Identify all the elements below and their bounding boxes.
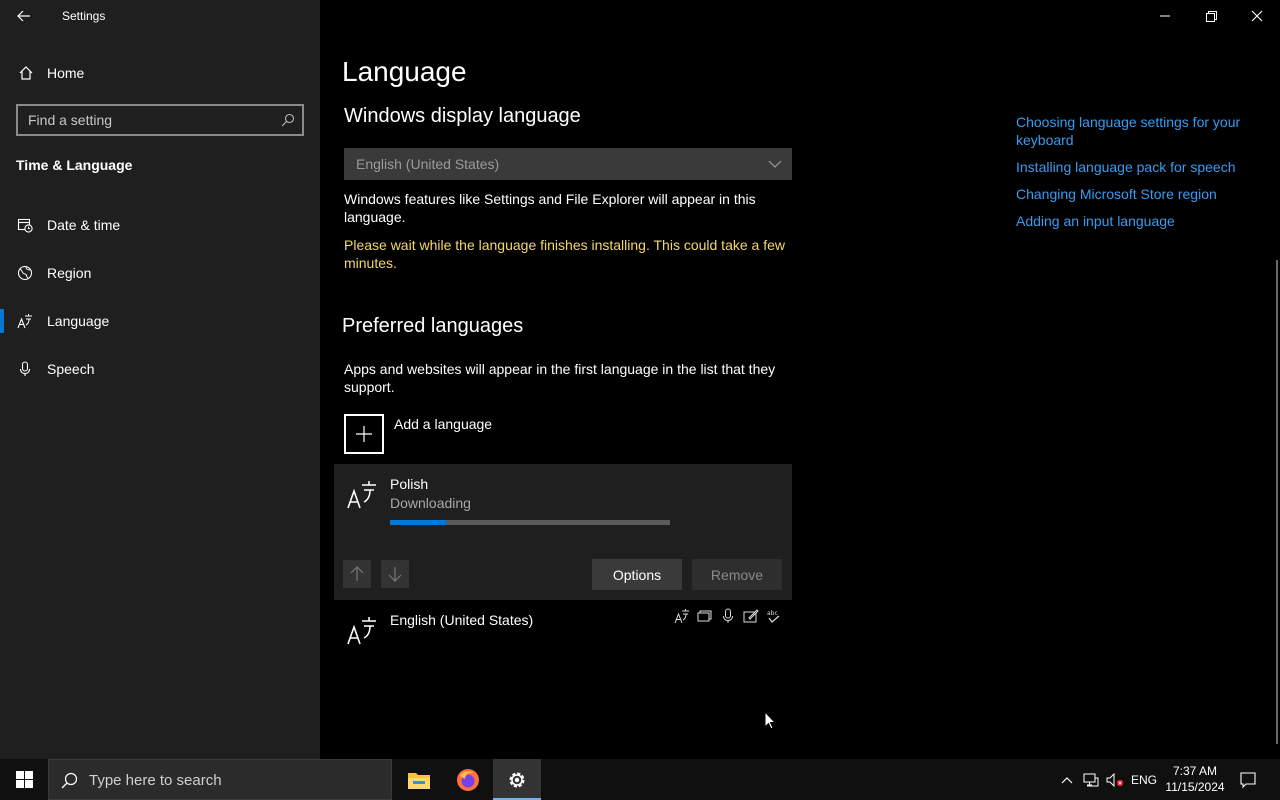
notifications-icon: [1240, 771, 1256, 788]
page-title: Language: [342, 56, 467, 87]
date-time-icon: [17, 218, 33, 233]
action-center-button[interactable]: [1234, 759, 1262, 800]
language-name: English (United States): [390, 612, 534, 628]
chevron-up-icon: [1061, 776, 1073, 783]
volume-button[interactable]: [1104, 759, 1126, 800]
install-warning: Please wait while the language finishes …: [344, 237, 785, 271]
settings-gear-icon: [509, 772, 525, 787]
restore-button[interactable]: [1188, 0, 1234, 32]
sidebar-item-label: Speech: [47, 361, 95, 377]
sidebar-section-title: Time & Language: [16, 157, 133, 173]
link-store-region[interactable]: Changing Microsoft Store region: [1016, 185, 1256, 203]
sidebar-item-label: Language: [47, 313, 110, 329]
add-language-button[interactable]: Add a language: [344, 414, 644, 454]
taskbar-app-settings[interactable]: [493, 759, 541, 800]
search-box: [16, 104, 304, 136]
spell-check-icon: abc: [767, 610, 780, 623]
move-up-button[interactable]: [343, 560, 371, 588]
clock[interactable]: 7:37 AM 11/15/2024: [1160, 763, 1230, 795]
taskbar: Type here to search ENG 7:37 AM 11/15/20…: [0, 759, 1280, 800]
language-name: Polish: [390, 476, 429, 492]
clock-date: 11/15/2024: [1165, 780, 1225, 794]
language-feature-icons: abc: [674, 608, 782, 624]
sidebar-item-speech[interactable]: Speech: [0, 349, 320, 389]
preferred-languages-description: Apps and websites will appear in the fir…: [344, 361, 776, 395]
download-progress-bar: [390, 520, 670, 525]
preferred-languages-heading: Preferred languages: [342, 315, 524, 337]
display-language-description: Windows features like Settings and File …: [344, 191, 756, 225]
search-input[interactable]: [18, 106, 278, 134]
handwriting-icon: [743, 609, 759, 623]
speech-recognition-icon: [723, 608, 733, 623]
network-icon: [1083, 773, 1099, 786]
back-arrow-icon: [17, 10, 30, 22]
language-icon: [347, 481, 376, 509]
app-title: Settings: [62, 9, 106, 23]
firefox-icon: [457, 768, 479, 791]
taskbar-search-box[interactable]: Type here to search: [48, 759, 392, 800]
add-language-label: Add a language: [394, 416, 493, 432]
display-language-heading: Windows display language: [344, 105, 581, 127]
home-icon: [19, 66, 33, 80]
minimize-icon: [1160, 15, 1170, 17]
dropdown-value: English (United States): [356, 156, 500, 172]
network-button[interactable]: [1080, 759, 1102, 800]
link-add-input-language[interactable]: Adding an input language: [1016, 212, 1256, 230]
link-keyboard-settings[interactable]: Choosing language settings for your keyb…: [1016, 113, 1256, 149]
display-language-icon: [674, 609, 689, 624]
language-icon: [17, 314, 32, 329]
progress-fill: [390, 520, 446, 525]
svg-text:abc: abc: [767, 610, 778, 617]
taskbar-app-file-explorer[interactable]: [395, 759, 443, 800]
globe-icon: [17, 265, 33, 281]
start-button[interactable]: [0, 759, 48, 800]
language-item-polish[interactable]: Polish Downloading Options Remove: [334, 464, 792, 600]
sidebar-item-region[interactable]: Region: [0, 253, 320, 293]
volume-muted-icon: [1106, 772, 1124, 787]
display-language-dropdown[interactable]: English (United States): [344, 148, 792, 180]
restore-icon: [1205, 10, 1217, 22]
search-icon: [61, 772, 78, 789]
file-explorer-icon: [408, 772, 430, 789]
options-button[interactable]: Options: [592, 559, 682, 590]
move-down-button[interactable]: [381, 560, 409, 588]
sidebar: Settings Home Time & Language Date & tim…: [0, 0, 320, 759]
scrollbar[interactable]: [1276, 260, 1278, 744]
taskbar-app-firefox[interactable]: [444, 759, 492, 800]
link-speech-language-pack[interactable]: Installing language pack for speech: [1016, 158, 1256, 176]
minimize-button[interactable]: [1142, 0, 1188, 32]
chevron-down-icon: [768, 160, 782, 168]
sidebar-item-date-time[interactable]: Date & time: [0, 205, 320, 245]
clock-time: 7:37 AM: [1172, 764, 1218, 778]
sidebar-item-label: Date & time: [47, 217, 121, 233]
sidebar-item-label: Region: [47, 265, 92, 281]
arrow-up-icon: [350, 566, 364, 581]
close-icon: [1251, 10, 1263, 22]
microphone-icon: [19, 361, 31, 376]
close-button[interactable]: [1234, 0, 1280, 32]
back-button[interactable]: [10, 4, 38, 28]
search-icon[interactable]: [281, 113, 295, 127]
remove-button[interactable]: Remove: [692, 559, 782, 590]
windows-logo-icon: [15, 771, 33, 788]
language-status: Downloading: [390, 495, 471, 511]
sidebar-item-label: Home: [47, 65, 85, 81]
language-icon: [347, 617, 376, 645]
taskbar-search-placeholder: Type here to search: [89, 772, 222, 789]
add-icon-box: [344, 414, 384, 454]
mouse-cursor-icon: [764, 711, 776, 730]
input-language-indicator[interactable]: ENG: [1128, 759, 1160, 800]
arrow-down-icon: [388, 567, 402, 582]
text-to-speech-icon: [697, 610, 712, 622]
show-hidden-icons-button[interactable]: [1056, 759, 1078, 800]
sidebar-item-language[interactable]: Language: [0, 301, 320, 341]
sidebar-item-home[interactable]: Home: [0, 58, 320, 88]
plus-icon: [356, 426, 372, 442]
